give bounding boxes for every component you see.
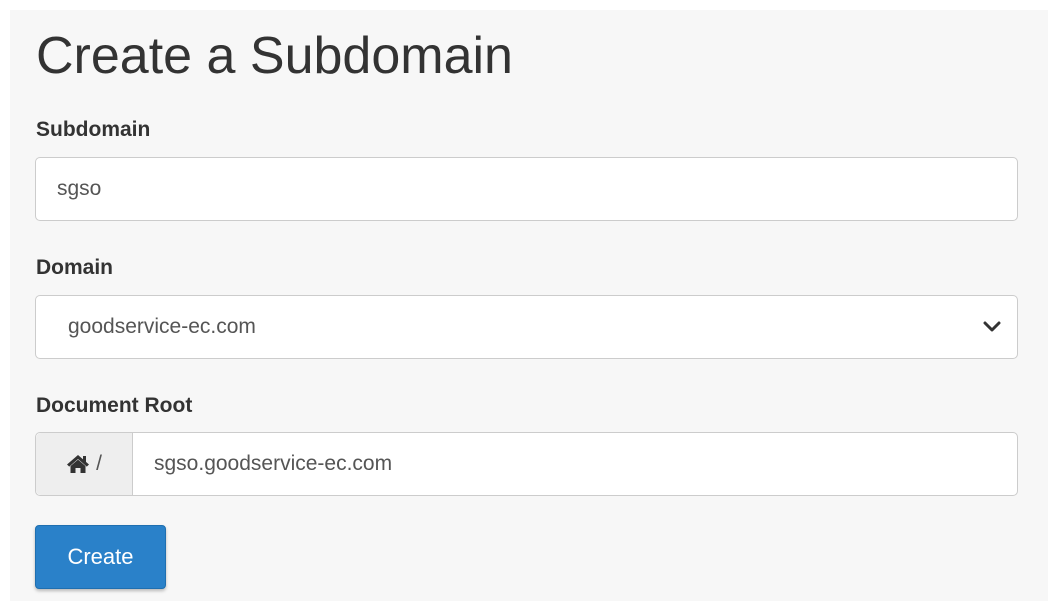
chevron-down-icon <box>983 321 1001 332</box>
subdomain-input[interactable]: sgso <box>35 157 1018 221</box>
domain-select[interactable]: goodservice-ec.com <box>35 295 1018 359</box>
subdomain-label: Subdomain <box>36 118 151 141</box>
path-separator: / <box>96 452 102 475</box>
page-title: Create a Subdomain <box>36 27 513 85</box>
subdomain-value: sgso <box>57 177 102 200</box>
home-icon <box>67 455 90 473</box>
document-root-value: sgso.goodservice-ec.com <box>154 452 393 475</box>
domain-label: Domain <box>36 256 114 279</box>
create-button[interactable]: Create <box>35 525 166 589</box>
document-root-input-group[interactable]: / sgso.goodservice-ec.com <box>35 432 1018 496</box>
domain-selected-value: goodservice-ec.com <box>68 315 256 338</box>
document-root-prefix: / <box>36 433 133 495</box>
document-root-label: Document Root <box>36 394 193 417</box>
